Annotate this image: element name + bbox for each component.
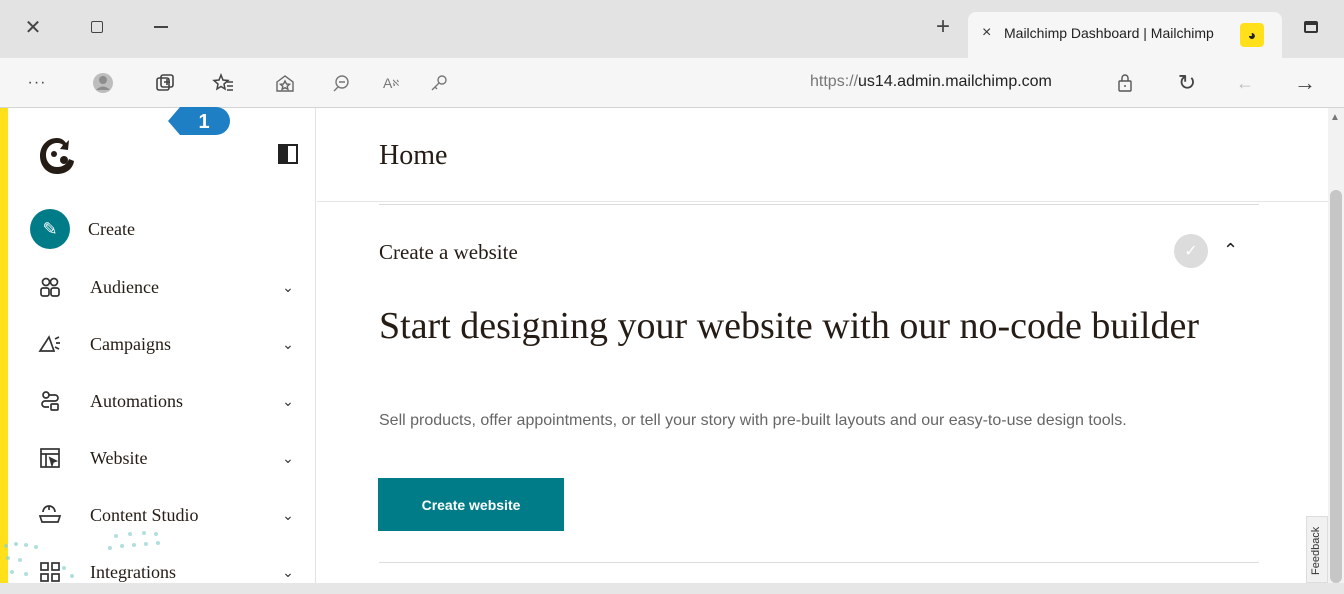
sidebar-item-automations[interactable]: Automations ⌄ [28, 379, 308, 423]
megaphone-icon [28, 322, 72, 366]
pencil-icon: ✎ [28, 207, 72, 251]
tab-close-icon[interactable]: × [982, 24, 991, 42]
chevron-down-icon: ⌄ [282, 449, 294, 466]
card-label: Create a website [379, 240, 518, 264]
accent-bar [0, 108, 8, 583]
create-website-button[interactable]: Create website [378, 478, 564, 531]
url-host: us14.admin.mailchimp.com [858, 73, 1052, 90]
audience-icon [28, 265, 72, 309]
close-window-icon[interactable]: ✕ [18, 12, 48, 42]
sidebar-item-label: Automations [90, 390, 183, 411]
site-info-icon[interactable] [1110, 68, 1140, 98]
chevron-down-icon: ⌄ [282, 392, 294, 409]
collections-icon[interactable] [150, 68, 180, 98]
tab-actions-icon[interactable] [1296, 12, 1326, 42]
sidebar-item-website[interactable]: Website ⌄ [28, 436, 308, 480]
back-icon[interactable]: ← [1230, 68, 1260, 98]
sidebar-item-campaigns[interactable]: Campaigns ⌄ [28, 322, 308, 366]
sidebar-item-create[interactable]: ✎ Create [28, 207, 308, 251]
chevron-down-icon: ⌄ [282, 335, 294, 352]
callout-number: 1 [198, 111, 209, 133]
card-divider-top [379, 204, 1259, 207]
page-title: Home [379, 140, 448, 171]
sidebar-item-label: Audience [90, 276, 159, 297]
card-description: Sell products, offer appointments, or te… [379, 412, 1127, 429]
chevron-down-icon: ⌄ [282, 278, 294, 295]
read-aloud-icon[interactable]: Aℵ [376, 68, 406, 98]
feedback-label: Feedback [1310, 526, 1322, 575]
collapse-sidebar-icon[interactable] [278, 144, 298, 164]
address-bar[interactable]: https://us14.admin.mailchimp.com [810, 73, 1052, 91]
chevron-down-icon: ⌄ [282, 563, 294, 580]
home-header: Home [317, 108, 1328, 202]
forward-icon[interactable]: → [1290, 68, 1320, 98]
sidebar-item-label: Create [88, 218, 135, 239]
browser-titlebar: ✕ + × Mailchimp Dashboard | Mailchimp ◕ [0, 0, 1344, 60]
favorites-icon[interactable] [208, 68, 238, 98]
automations-icon [28, 379, 72, 423]
card-headline: Start designing your website with our no… [379, 305, 1200, 347]
sidebar: ✎ Create Audience ⌄ Campaigns ⌄ Automati… [8, 108, 316, 583]
scroll-up-icon[interactable]: ▲ [1330, 112, 1340, 123]
mailchimp-favicon-icon: ◕ [1240, 23, 1264, 47]
decorative-dots [4, 531, 160, 578]
website-icon [28, 436, 72, 480]
add-favorite-icon[interactable] [270, 68, 300, 98]
check-icon: ✓ [1174, 234, 1208, 268]
maximize-window-icon[interactable] [82, 12, 112, 42]
key-icon[interactable] [424, 68, 454, 98]
profile-icon[interactable] [88, 68, 118, 98]
chevron-down-icon: ⌄ [282, 506, 294, 523]
step-callout: 1 [168, 107, 230, 135]
new-tab-button[interactable]: + [928, 12, 958, 42]
sidebar-item-label: Campaigns [90, 333, 171, 354]
collapse-card-icon[interactable]: ⌃ [1223, 240, 1238, 261]
sidebar-item-audience[interactable]: Audience ⌄ [28, 265, 308, 309]
minimize-window-icon[interactable] [146, 12, 176, 42]
scrollbar-thumb[interactable] [1330, 190, 1342, 583]
zoom-icon[interactable] [326, 68, 356, 98]
main-content: Home Create a website ✓ ⌃ Start designin… [317, 108, 1328, 583]
sidebar-item-label: Website [90, 447, 148, 468]
active-tab[interactable]: × Mailchimp Dashboard | Mailchimp ◕ [968, 12, 1282, 58]
tab-title: Mailchimp Dashboard | Mailchimp [1004, 25, 1214, 41]
feedback-tab[interactable]: Feedback [1306, 516, 1328, 583]
card-divider-bottom [379, 562, 1259, 563]
refresh-icon[interactable]: ↻ [1172, 68, 1202, 98]
sidebar-item-label: Content Studio [90, 504, 199, 525]
url-prefix: https:// [810, 73, 859, 90]
more-icon[interactable]: ··· [22, 68, 52, 98]
freddie-logo-icon[interactable] [34, 134, 80, 180]
